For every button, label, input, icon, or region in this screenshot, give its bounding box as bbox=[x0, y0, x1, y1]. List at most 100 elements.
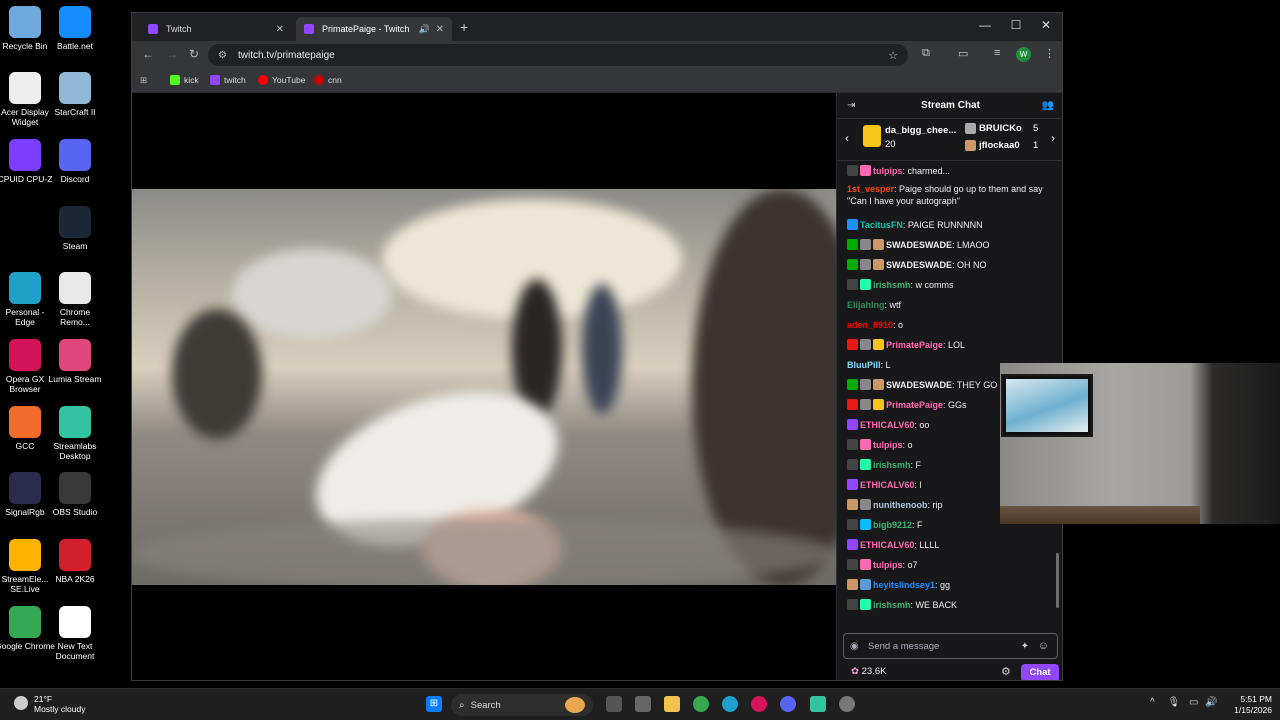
collapse-chat-icon[interactable]: ⇥ bbox=[847, 93, 855, 119]
chat-badge-icon[interactable] bbox=[860, 339, 871, 350]
chat-badge-icon[interactable] bbox=[860, 239, 871, 250]
maximize-icon[interactable]: ☐ bbox=[1001, 18, 1031, 32]
widgets-icon[interactable] bbox=[635, 696, 651, 712]
chat-send-button[interactable]: Chat bbox=[1021, 664, 1059, 680]
chat-username[interactable]: tulpips bbox=[873, 440, 903, 450]
edge-taskbar-icon[interactable] bbox=[722, 696, 738, 712]
desktop-icon[interactable]: New Text Document bbox=[45, 604, 105, 668]
chat-badge-icon[interactable] bbox=[873, 379, 884, 390]
desktop-icon[interactable]: Lumia Stream bbox=[45, 337, 105, 401]
chat-badge-icon[interactable] bbox=[847, 519, 858, 530]
bookmark-star-icon[interactable]: ☆ bbox=[888, 49, 898, 62]
chrome-taskbar-icon[interactable] bbox=[693, 696, 709, 712]
stream-video[interactable] bbox=[132, 189, 836, 585]
emote-picker-icon[interactable]: ☺ bbox=[1038, 640, 1049, 652]
chat-username[interactable]: 1st_vesper bbox=[847, 184, 894, 194]
chat-username[interactable]: SWADESWADE bbox=[886, 260, 952, 270]
chat-badge-icon[interactable] bbox=[847, 599, 858, 610]
community-icon[interactable]: 👥 bbox=[1042, 93, 1054, 119]
chat-username[interactable]: Elijahlng bbox=[847, 300, 885, 310]
close-tab-icon[interactable]: ✕ bbox=[436, 24, 444, 35]
close-tab-icon[interactable]: ✕ bbox=[276, 24, 284, 35]
chevron-left-icon[interactable]: ‹ bbox=[845, 131, 849, 145]
desktop-icon[interactable]: Steam bbox=[45, 204, 105, 268]
chat-badge-icon[interactable] bbox=[860, 399, 871, 410]
chat-username[interactable]: TacitusFN bbox=[860, 220, 903, 230]
chat-badge-icon[interactable] bbox=[847, 259, 858, 270]
opera-taskbar-icon[interactable] bbox=[751, 696, 767, 712]
clock[interactable]: 5:51 PM 1/15/2026 bbox=[1222, 694, 1272, 716]
tab-twitch[interactable]: Twitch ✕ bbox=[140, 17, 292, 41]
chat-badge-icon[interactable] bbox=[847, 339, 858, 350]
chat-username[interactable]: ETHICALV60 bbox=[860, 480, 914, 490]
discord-taskbar-icon[interactable] bbox=[780, 696, 796, 712]
chat-badge-icon[interactable] bbox=[873, 239, 884, 250]
chat-badge-icon[interactable] bbox=[860, 279, 871, 290]
chat-badge-icon[interactable] bbox=[873, 399, 884, 410]
minimize-icon[interactable]: — bbox=[970, 18, 1000, 32]
chat-badge-icon[interactable] bbox=[873, 259, 884, 270]
chat-input[interactable]: ◉ Send a message ✦ ☺ bbox=[843, 633, 1058, 659]
chat-username[interactable]: heyitslindsey1 bbox=[873, 580, 935, 590]
chat-badge-icon[interactable] bbox=[847, 239, 858, 250]
chat-badge-icon[interactable] bbox=[860, 579, 871, 590]
chat-username[interactable]: tulpips bbox=[873, 166, 903, 176]
chat-badge-icon[interactable] bbox=[847, 579, 858, 590]
chat-badge-icon[interactable] bbox=[847, 279, 858, 290]
system-tray[interactable]: ^ 🎙 ▭ 🔊 bbox=[1150, 697, 1218, 708]
chat-username[interactable]: PrimatePaige bbox=[886, 400, 943, 410]
chat-username[interactable]: bigb9212 bbox=[873, 520, 912, 530]
bookmark-kick[interactable]: kick bbox=[170, 75, 199, 85]
chat-badge-icon[interactable] bbox=[860, 439, 871, 450]
extensions-icon[interactable]: ⧉ bbox=[922, 47, 930, 60]
chat-badge-icon[interactable] bbox=[847, 499, 858, 510]
chat-badge-icon[interactable] bbox=[860, 459, 871, 470]
desktop-icon[interactable]: Chrome Remo... bbox=[45, 270, 105, 334]
tab-primatepaige[interactable]: PrimatePaige - Twitch 🔊 ✕ bbox=[296, 17, 452, 41]
streamlabs-taskbar-icon[interactable] bbox=[810, 696, 826, 712]
chat-username[interactable]: ETHICALV60 bbox=[860, 420, 914, 430]
chat-badge-icon[interactable] bbox=[847, 459, 858, 470]
channel-points[interactable]: ✿ 23.6K bbox=[851, 666, 886, 677]
desktop-icon[interactable]: OBS Studio bbox=[45, 470, 105, 534]
chat-username[interactable]: PrimatePaige bbox=[886, 340, 943, 350]
chat-username[interactable]: SWADESWADE bbox=[886, 240, 952, 250]
chat-username[interactable]: nunithenoob bbox=[873, 500, 927, 510]
chat-settings-icon[interactable]: ⚙ bbox=[1001, 665, 1011, 678]
menu-kebab-icon[interactable]: ⋮ bbox=[1044, 47, 1055, 60]
scrollbar-thumb[interactable] bbox=[1056, 553, 1059, 608]
new-tab-icon[interactable]: + bbox=[460, 19, 468, 35]
cast-icon[interactable]: ▭ bbox=[958, 47, 968, 60]
chat-badge-icon[interactable] bbox=[847, 439, 858, 450]
chat-badge-icon[interactable] bbox=[860, 559, 871, 570]
video-player[interactable] bbox=[132, 93, 836, 680]
chat-badge-icon[interactable] bbox=[873, 339, 884, 350]
chevron-up-icon[interactable]: ^ bbox=[1150, 697, 1155, 708]
apps-icon[interactable]: ⊞ bbox=[140, 75, 147, 86]
chat-badge-icon[interactable] bbox=[847, 559, 858, 570]
chevron-right-icon[interactable]: › bbox=[1051, 131, 1055, 145]
weather-widget[interactable]: 21°F Mostly cloudy bbox=[14, 694, 86, 714]
chat-badge-icon[interactable] bbox=[860, 599, 871, 610]
network-icon[interactable]: ▭ bbox=[1189, 697, 1198, 708]
desktop-icon[interactable]: Discord bbox=[45, 137, 105, 201]
chat-username[interactable]: tulpips bbox=[873, 560, 903, 570]
forward-icon[interactable]: → bbox=[166, 47, 178, 61]
chat-badge-icon[interactable] bbox=[860, 519, 871, 530]
chat-badge-icon[interactable] bbox=[860, 379, 871, 390]
chat-badge-icon[interactable] bbox=[847, 379, 858, 390]
desktop-icon[interactable]: StarCraft II bbox=[45, 70, 105, 134]
desktop-icon[interactable]: Battle.net bbox=[45, 4, 105, 68]
chat-badge-icon[interactable] bbox=[860, 165, 871, 176]
bookmark-twitch[interactable]: twitch bbox=[210, 75, 246, 85]
site-info-icon[interactable]: ⚙ bbox=[218, 50, 227, 61]
profile-avatar[interactable]: W bbox=[1016, 47, 1031, 62]
file-explorer-icon[interactable] bbox=[664, 696, 680, 712]
chat-badge-icon[interactable] bbox=[847, 399, 858, 410]
bookmark-cnn[interactable]: cnn bbox=[314, 75, 342, 85]
speaker-icon[interactable]: 🔊 bbox=[419, 24, 430, 35]
taskbar-search[interactable]: ⌕ Search bbox=[451, 694, 593, 716]
chat-badge-icon[interactable] bbox=[847, 219, 858, 230]
chat-badge-icon[interactable] bbox=[860, 259, 871, 270]
chat-username[interactable]: irishsmh bbox=[873, 280, 911, 290]
